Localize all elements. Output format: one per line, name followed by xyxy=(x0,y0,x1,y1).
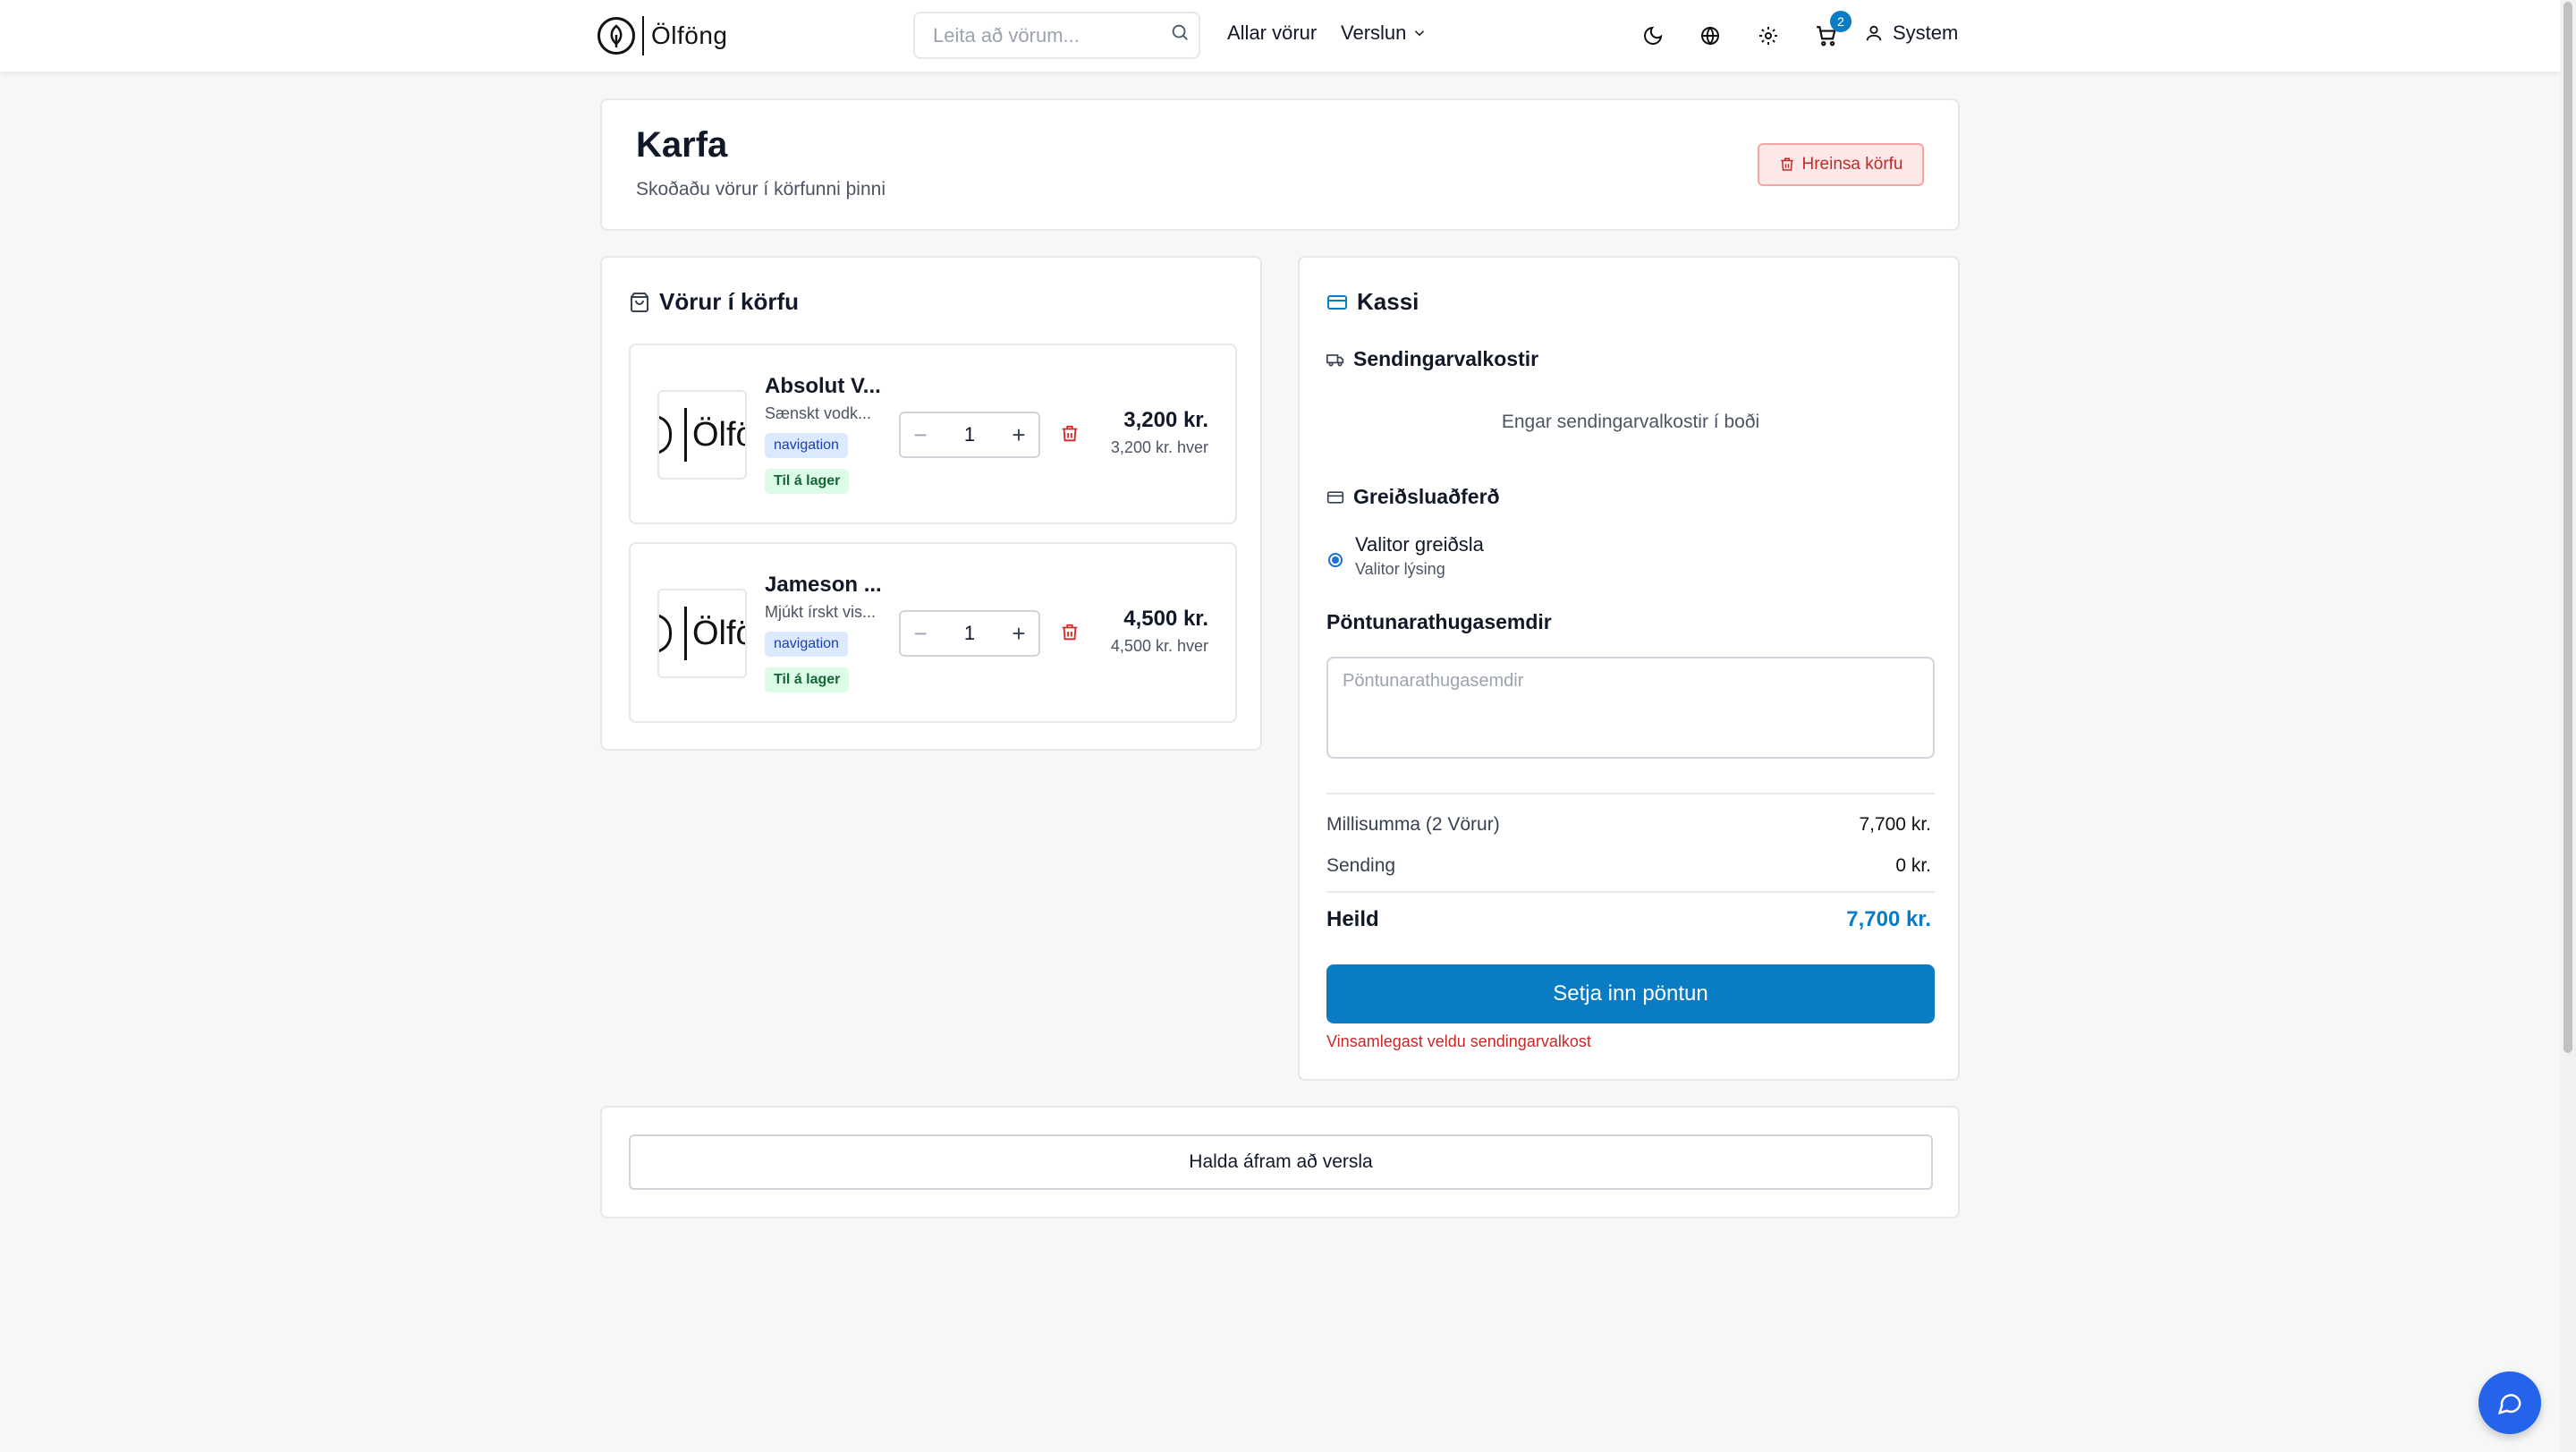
product-logo-image: Ölfö xyxy=(659,607,745,660)
stock-status-badge: Til á lager xyxy=(765,667,850,692)
decrease-quantity-button[interactable]: − xyxy=(901,612,940,655)
total-divider xyxy=(1326,891,1935,893)
logo-text: Ölföng xyxy=(651,21,728,49)
site-logo[interactable]: Ölföng xyxy=(597,14,728,57)
subtotal-label: Millisumma (2 Vörur) xyxy=(1326,814,1500,835)
quantity-stepper: − 1 + xyxy=(899,412,1040,458)
category-tag: navigation xyxy=(765,433,848,458)
payment-method-label: Greiðsluaðferð xyxy=(1353,485,1500,508)
product-name[interactable]: Absolut V... xyxy=(765,374,890,399)
shipping-options-label: Sendingarvalkostir xyxy=(1353,347,1539,370)
cart-items-card: Vörur í körfu Ölfö Absolut V... Sænskt v… xyxy=(600,256,1262,751)
product-logo-image: Ölfö xyxy=(659,408,745,462)
remove-item-trash-icon[interactable] xyxy=(1060,623,1080,647)
cart-items-heading: Vörur í körfu xyxy=(629,288,799,316)
continue-shopping-card: Halda áfram að versla xyxy=(600,1106,1960,1218)
quantity-value[interactable]: 1 xyxy=(940,423,999,446)
checkout-heading: Kassi xyxy=(1326,288,1419,316)
trash-icon xyxy=(1780,157,1793,171)
chat-bubble-icon[interactable] xyxy=(2479,1371,2541,1434)
total-label: Heild xyxy=(1326,907,1379,931)
logo-mark-icon xyxy=(597,17,635,55)
unit-price: 3,200 kr. hver xyxy=(1110,438,1208,456)
thumb-logo-text: Ölfö xyxy=(692,614,745,652)
remove-item-trash-icon[interactable] xyxy=(1060,424,1080,448)
quantity-stepper: − 1 + xyxy=(899,610,1040,657)
no-shipping-message: Engar sendingarvalkostir í boði xyxy=(1501,412,1760,432)
top-navbar: Ölföng Allar vörur Verslun 2 System xyxy=(0,0,2560,72)
search-input[interactable] xyxy=(915,13,1157,57)
nav-shop-label: Verslun xyxy=(1341,21,1407,44)
order-notes-textarea[interactable] xyxy=(1326,657,1935,759)
checkout-card: Kassi Sendingarvalkostir Engar sendingar… xyxy=(1298,256,1960,1081)
chevron-down-icon xyxy=(1415,30,1425,37)
increase-quantity-button[interactable]: + xyxy=(999,413,1038,456)
truck-icon xyxy=(1326,353,1344,366)
nav-all-products-label: Allar vörur xyxy=(1227,21,1318,44)
cart-item: Ölfö Absolut V... Sænskt vodk... navigat… xyxy=(629,344,1237,524)
user-menu[interactable]: System xyxy=(1864,21,1958,45)
clear-cart-button[interactable]: Hreinsa körfu xyxy=(1758,143,1924,186)
user-icon xyxy=(1866,25,1882,41)
unit-price: 4,500 kr. hver xyxy=(1110,637,1208,655)
user-name: System xyxy=(1893,21,1959,44)
increase-quantity-button[interactable]: + xyxy=(999,612,1038,655)
total-value: 7,700 kr. xyxy=(1846,907,1931,931)
shipping-options-heading: Sendingarvalkostir xyxy=(1326,347,1538,371)
page-title: Karfa xyxy=(636,125,728,165)
nav-shop-dropdown[interactable]: Verslun xyxy=(1341,21,1428,45)
order-notes-heading: Pöntunarathugasemdir xyxy=(1326,610,1552,633)
product-description: Mjúkt írskt vis... xyxy=(765,603,877,621)
shipping-warning-message: Vinsamlegast veldu sendingarvalkost xyxy=(1326,1032,1591,1050)
checkout-heading-label: Kassi xyxy=(1357,288,1419,315)
line-total-price: 3,200 kr. xyxy=(1123,408,1208,432)
place-order-button[interactable]: Setja inn pöntun xyxy=(1326,964,1935,1023)
product-thumbnail[interactable]: Ölfö xyxy=(657,390,747,480)
settings-gear-icon[interactable] xyxy=(1754,21,1783,50)
product-description: Sænskt vodk... xyxy=(765,404,872,422)
dark-mode-icon[interactable] xyxy=(1639,21,1667,50)
quantity-value[interactable]: 1 xyxy=(940,622,999,645)
summary-divider xyxy=(1326,793,1935,794)
shipping-cost-value: 0 kr. xyxy=(1895,855,1931,876)
shipping-cost-label: Sending xyxy=(1326,855,1396,876)
subtotal-value: 7,700 kr. xyxy=(1859,814,1931,835)
continue-shopping-button[interactable]: Halda áfram að versla xyxy=(629,1134,1933,1190)
stock-status-badge: Til á lager xyxy=(765,469,850,494)
page-subtitle: Skoðaðu vörur í körfunni þinni xyxy=(636,179,886,200)
nav-all-products[interactable]: Allar vörur xyxy=(1227,21,1317,45)
product-name[interactable]: Jameson ... xyxy=(765,573,890,598)
payment-radio-valitor[interactable] xyxy=(1328,553,1343,567)
language-globe-icon[interactable] xyxy=(1696,21,1724,50)
page-scrollbar[interactable] xyxy=(2560,0,2576,1452)
product-thumbnail[interactable]: Ölfö xyxy=(657,589,747,678)
thumb-logo-text: Ölfö xyxy=(692,415,745,454)
scrollbar-thumb[interactable] xyxy=(2563,2,2572,1053)
shopping-bag-icon xyxy=(631,292,648,312)
search-box xyxy=(913,12,1200,59)
line-total-price: 4,500 kr. xyxy=(1123,607,1208,631)
payment-option-name[interactable]: Valitor greiðsla xyxy=(1355,533,1484,556)
cart-item: Ölfö Jameson ... Mjúkt írskt vis... navi… xyxy=(629,542,1237,723)
credit-card-icon xyxy=(1327,294,1347,310)
clear-cart-label: Hreinsa körfu xyxy=(1801,155,1903,174)
category-tag: navigation xyxy=(765,632,848,657)
search-icon[interactable] xyxy=(1170,22,1190,47)
cart-count-badge: 2 xyxy=(1830,11,1852,32)
cart-title-card: Karfa Skoðaðu vörur í körfunni þinni Hre… xyxy=(600,98,1960,231)
payment-method-heading: Greiðsluaðferð xyxy=(1326,485,1500,509)
logo-divider xyxy=(642,16,644,55)
decrease-quantity-button[interactable]: − xyxy=(901,413,940,456)
payment-option-description: Valitor lýsing xyxy=(1355,560,1445,578)
cart-items-heading-label: Vörur í körfu xyxy=(659,288,800,315)
payment-card-icon xyxy=(1326,490,1344,504)
